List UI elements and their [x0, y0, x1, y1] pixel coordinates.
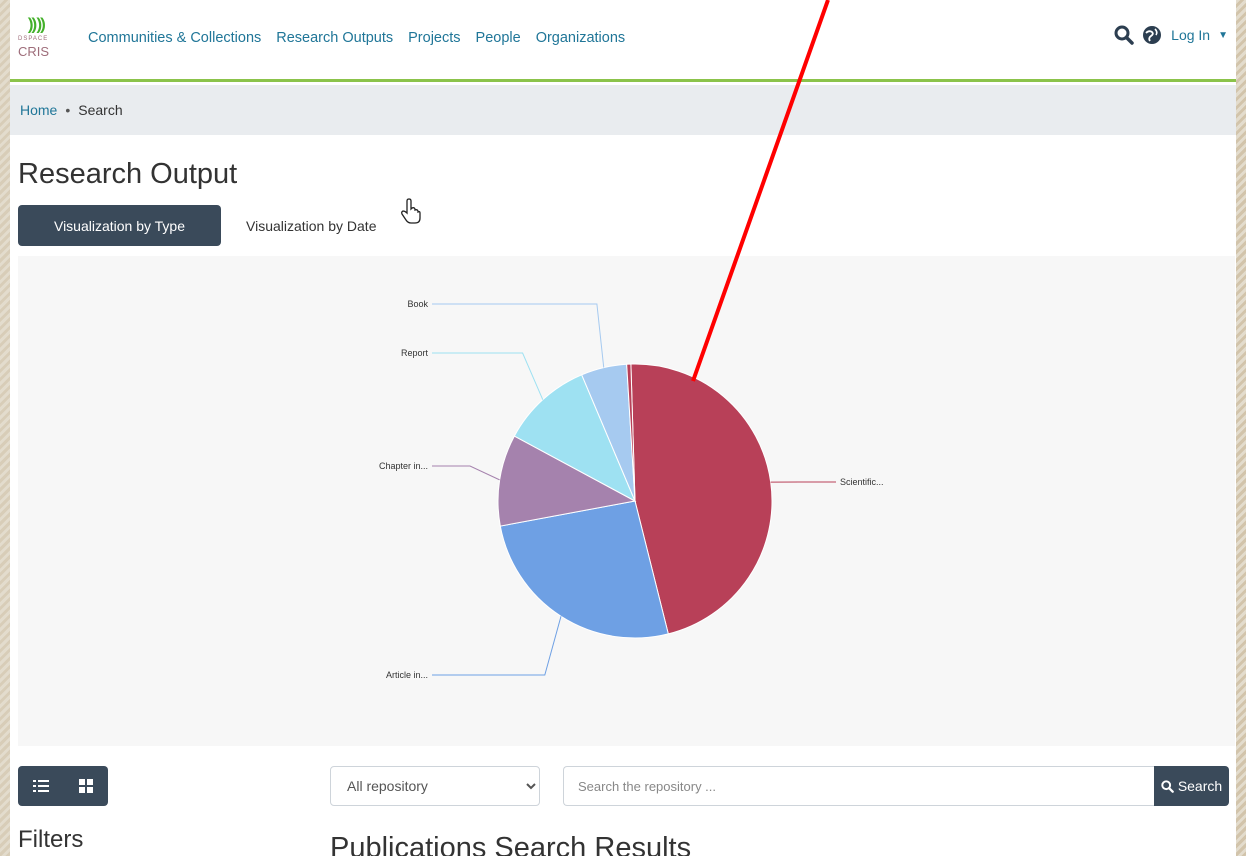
logo-name: CRIS	[18, 44, 50, 59]
pie-chart-panel: Scientific... Article in... Chapter in... R…	[18, 256, 1235, 746]
pie-label-4: Book	[407, 299, 428, 309]
logo-mark: ⸩⸩	[28, 15, 46, 34]
top-navbar: ⸩⸩ DSPACE CRIS Communities & Collections…	[10, 0, 1236, 82]
globe-icon[interactable]	[1141, 24, 1163, 46]
breadcrumb-current: Search	[78, 102, 123, 118]
left-border-decoration	[0, 0, 10, 856]
pie-leader-line-3	[432, 352, 544, 400]
search-button[interactable]: Search	[1154, 766, 1229, 806]
pie-label-2: Chapter in...	[379, 461, 428, 471]
search-icon	[1161, 779, 1174, 793]
nav-organizations[interactable]: Organizations	[536, 30, 625, 46]
pie-label-3: Report	[401, 348, 429, 358]
search-icon[interactable]	[1113, 24, 1135, 46]
nav-people[interactable]: People	[476, 30, 521, 46]
browser-viewport: ⸩⸩ DSPACE CRIS Communities & Collections…	[10, 0, 1236, 856]
main-nav: Communities & Collections Research Outpu…	[88, 30, 625, 46]
nav-research-outputs[interactable]: Research Outputs	[276, 30, 393, 46]
tab-visualization-by-type[interactable]: Visualization by Type	[18, 205, 221, 246]
hand-cursor-icon	[401, 198, 421, 224]
grid-view-icon[interactable]	[63, 766, 108, 806]
search-input[interactable]	[563, 766, 1154, 806]
tab-visualization-by-date[interactable]: Visualization by Date	[246, 205, 376, 246]
nav-projects[interactable]: Projects	[408, 30, 460, 46]
nav-actions: Log In ▼	[1113, 24, 1228, 46]
search-button-label: Search	[1177, 778, 1223, 794]
breadcrumb-separator: •	[65, 102, 71, 118]
pie-label-0: Scientific...	[840, 477, 884, 487]
breadcrumb-home[interactable]: Home	[20, 102, 57, 118]
chevron-down-icon[interactable]: ▼	[1218, 30, 1228, 41]
list-view-icon[interactable]	[18, 766, 63, 806]
pie-leader-line-1	[432, 616, 562, 676]
nav-communities-collections[interactable]: Communities & Collections	[88, 30, 261, 46]
scope-select[interactable]: All repository	[330, 766, 540, 806]
pie-leader-line-4	[432, 303, 605, 368]
pie-leader-line-2	[432, 465, 500, 481]
results-heading: Publications Search Results	[330, 832, 692, 856]
pie-label-1: Article in...	[386, 670, 428, 680]
dspace-cris-logo[interactable]: ⸩⸩ DSPACE CRIS	[18, 12, 62, 68]
logo-small-text: DSPACE	[18, 36, 49, 42]
login-link[interactable]: Log In	[1171, 27, 1210, 43]
view-mode-toggle	[18, 766, 108, 806]
filters-heading: Filters	[18, 826, 84, 853]
breadcrumb: Home • Search	[10, 85, 1236, 135]
pie-chart: Scientific... Article in... Chapter in... R…	[379, 299, 884, 680]
page-title: Research Output	[18, 158, 238, 190]
right-border-decoration	[1236, 0, 1246, 856]
